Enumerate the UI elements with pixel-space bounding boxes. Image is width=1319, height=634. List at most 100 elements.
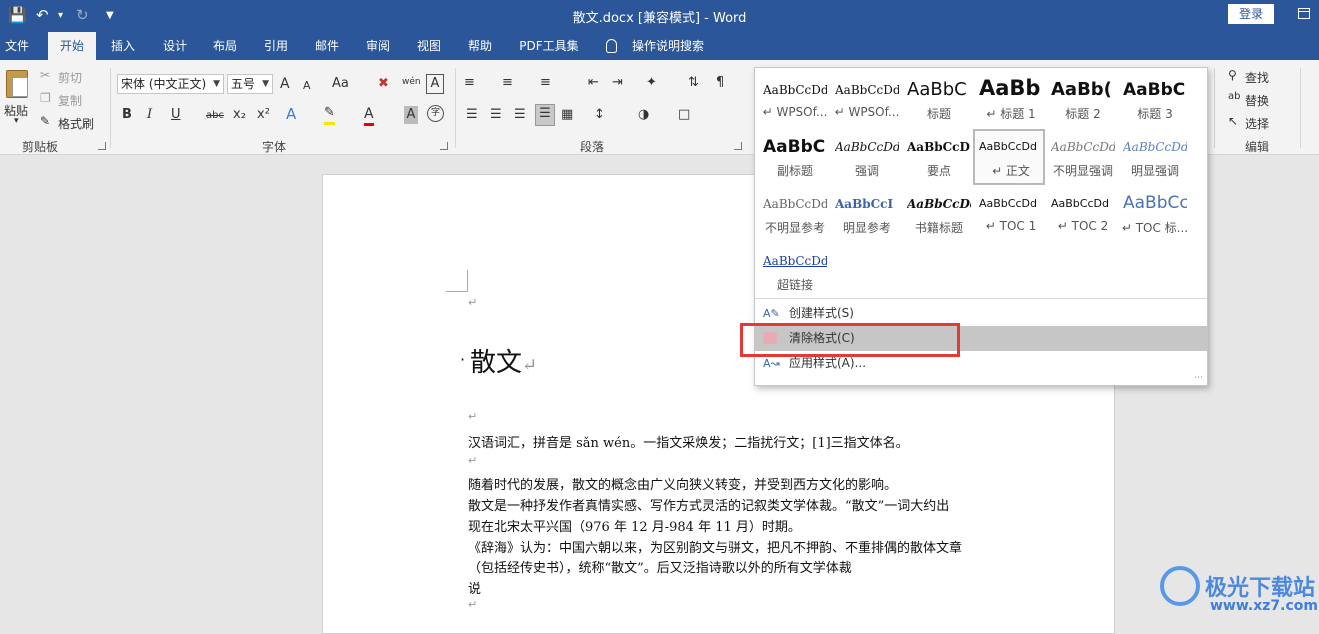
font-name-select[interactable]: 宋体 (中文正文) ▼: [117, 74, 224, 94]
enclose-characters-icon[interactable]: 字: [427, 105, 444, 122]
style-wpsoffice-1[interactable]: AaBbCcDd ↵ WPSOf...: [759, 74, 831, 130]
format-painter-button[interactable]: 格式刷: [58, 115, 94, 132]
style-hyperlink[interactable]: AaBbCcDd 超链接: [759, 245, 831, 301]
shrink-font-icon[interactable]: A: [303, 77, 311, 95]
paragraph-mark: ↵: [522, 355, 538, 376]
document-line[interactable]: 《辞海》认为：中国六朝以来，为区别韵文与骈文，把凡不押韵、不重排偶的散体文章: [468, 537, 962, 556]
style-subtle-emphasis[interactable]: AaBbCcDd 不明显强调: [1047, 131, 1119, 187]
bold-button[interactable]: B: [122, 106, 132, 124]
tab-design[interactable]: 设计: [156, 32, 194, 60]
style-preview: AaBbCcDd: [979, 140, 1037, 153]
style-emphasis[interactable]: AaBbCcDd 强调: [831, 131, 903, 187]
increase-indent-icon[interactable]: ⇥: [612, 74, 623, 92]
tab-pdf-tools[interactable]: PDF工具集: [512, 32, 586, 60]
bullets-icon[interactable]: ≡: [464, 74, 475, 92]
style-name: ↵ 正文: [992, 164, 1030, 178]
copy-icon: ❐: [40, 91, 51, 105]
font-color-icon[interactable]: A: [364, 105, 374, 126]
document-line[interactable]: 现在北宋太平兴国（976 年 12 月-984 年 11 月）时期。: [468, 516, 801, 535]
clear-formatting-icon[interactable]: ✖: [378, 75, 389, 93]
tab-review[interactable]: 审阅: [359, 32, 397, 60]
document-line[interactable]: （包括经传史书），统称“散文”。后又泛指诗歌以外的所有文学体裁: [468, 557, 852, 576]
style-subtitle[interactable]: AaBbC 副标题: [759, 131, 831, 187]
style-wpsoffice-2[interactable]: AaBbCcDd ↵ WPSOf...: [831, 74, 903, 130]
document-line[interactable]: 散文是一种抒发作者真情实感、写作方式灵活的记叙类文学体裁。“散文”一词大约出: [468, 495, 949, 514]
tell-me-search[interactable]: 操作说明搜索: [626, 32, 710, 60]
document-heading[interactable]: 散文↵: [470, 342, 537, 379]
login-button[interactable]: 登录: [1228, 4, 1274, 24]
tab-insert[interactable]: 插入: [104, 32, 142, 60]
show-marks-icon[interactable]: ¶: [716, 74, 724, 92]
numbering-icon[interactable]: ≡: [502, 74, 513, 92]
copy-button[interactable]: 复制: [58, 92, 82, 109]
clipboard-launcher-icon[interactable]: [98, 142, 106, 150]
font-size-select[interactable]: 五号 ▼: [227, 74, 273, 94]
italic-button[interactable]: I: [147, 106, 152, 124]
paste-dropdown-icon[interactable]: ▾: [14, 116, 19, 126]
style-subtle-reference[interactable]: AaBbCcDd 不明显参考: [759, 188, 831, 244]
style-heading-2[interactable]: AaBb( 标题 2: [1047, 74, 1119, 130]
document-line[interactable]: 说: [468, 578, 481, 597]
style-heading-1[interactable]: AaBb ↵ 标题 1: [975, 74, 1047, 130]
style-strong[interactable]: AaBbCcD 要点: [903, 131, 975, 187]
superscript-button[interactable]: x²: [257, 106, 270, 124]
tab-file[interactable]: 文件: [0, 32, 34, 60]
character-border-icon[interactable]: A: [426, 74, 444, 94]
paragraph-launcher-icon[interactable]: [734, 142, 742, 150]
tab-mailings[interactable]: 邮件: [308, 32, 346, 60]
grow-font-icon[interactable]: A: [280, 75, 290, 93]
change-case-icon[interactable]: Aa: [332, 75, 349, 93]
character-shading-icon[interactable]: A: [404, 106, 418, 124]
distributed-icon[interactable]: ▦: [561, 106, 573, 124]
style-name: ↵ WPSOf...: [762, 105, 828, 119]
style-toc-1[interactable]: AaBbCcDd ↵ TOC 1: [975, 188, 1047, 244]
paste-icon[interactable]: [6, 70, 28, 98]
select-button[interactable]: 选择: [1245, 115, 1269, 132]
font-launcher-icon[interactable]: [440, 142, 448, 150]
brush-icon: ✎: [40, 114, 51, 128]
document-heading-text: 散文: [470, 348, 523, 378]
replace-button[interactable]: 替换: [1245, 92, 1269, 109]
sort-icon[interactable]: ⇅: [688, 74, 699, 92]
strikethrough-button[interactable]: abc: [206, 107, 224, 125]
tab-help[interactable]: 帮助: [461, 32, 499, 60]
shading-icon[interactable]: ◑: [638, 106, 649, 124]
align-left-icon[interactable]: ☰: [466, 106, 478, 124]
style-name: 要点: [926, 164, 951, 178]
chinese-layout-icon[interactable]: ✦: [646, 74, 657, 92]
style-normal[interactable]: AaBbCcDd ↵ 正文: [973, 129, 1045, 185]
style-intense-emphasis[interactable]: AaBbCcDd 明显强调: [1119, 131, 1191, 187]
style-title[interactable]: AaBbC 标题: [903, 74, 975, 130]
text-effects-icon[interactable]: A: [286, 105, 296, 123]
borders-icon[interactable]: □: [678, 106, 690, 124]
style-book-title[interactable]: AaBbCcDd 书籍标题: [903, 188, 975, 244]
phonetic-guide-icon[interactable]: wén: [402, 73, 421, 91]
multilevel-list-icon[interactable]: ≡: [540, 74, 551, 92]
find-button[interactable]: 查找: [1245, 69, 1269, 86]
style-preview: AaBbCcI: [835, 197, 894, 211]
cut-button[interactable]: 剪切: [58, 69, 82, 86]
style-intense-reference[interactable]: AaBbCcI 明显参考: [831, 188, 903, 244]
tab-home[interactable]: 开始: [48, 32, 96, 60]
resize-grip-icon[interactable]: ⋯: [1194, 373, 1203, 383]
subscript-button[interactable]: x₂: [233, 106, 246, 124]
document-line[interactable]: 随着时代的发展，散文的概念由广义向狭义转变，并受到西方文化的影响。: [468, 474, 897, 493]
highlight-color-icon[interactable]: ✎: [324, 104, 335, 125]
tab-references[interactable]: 引用: [257, 32, 295, 60]
underline-button[interactable]: U: [171, 106, 181, 124]
line-spacing-icon[interactable]: ↕: [594, 106, 605, 124]
align-center-icon[interactable]: ☰: [490, 106, 502, 124]
decrease-indent-icon[interactable]: ⇤: [588, 74, 599, 92]
scissors-icon: ✂: [40, 68, 51, 82]
justify-icon[interactable]: ☰: [535, 104, 555, 126]
align-right-icon[interactable]: ☰: [514, 106, 526, 124]
style-preview: AaBbCc: [1123, 193, 1187, 213]
style-heading-3[interactable]: AaBbC 标题 3: [1119, 74, 1191, 130]
document-line[interactable]: 汉语词汇，拼音是 sǎn wén。一指文采焕发；二指扰行文；[1]三指文体名。: [468, 432, 909, 451]
style-toc-heading[interactable]: AaBbCc ↵ TOC 标...: [1119, 188, 1191, 244]
tab-layout[interactable]: 布局: [206, 32, 244, 60]
tab-view[interactable]: 视图: [410, 32, 448, 60]
ribbon-display-icon[interactable]: [1298, 8, 1310, 19]
style-toc-2[interactable]: AaBbCcDd ↵ TOC 2: [1047, 188, 1119, 244]
paragraph-mark: ↵: [468, 598, 478, 611]
